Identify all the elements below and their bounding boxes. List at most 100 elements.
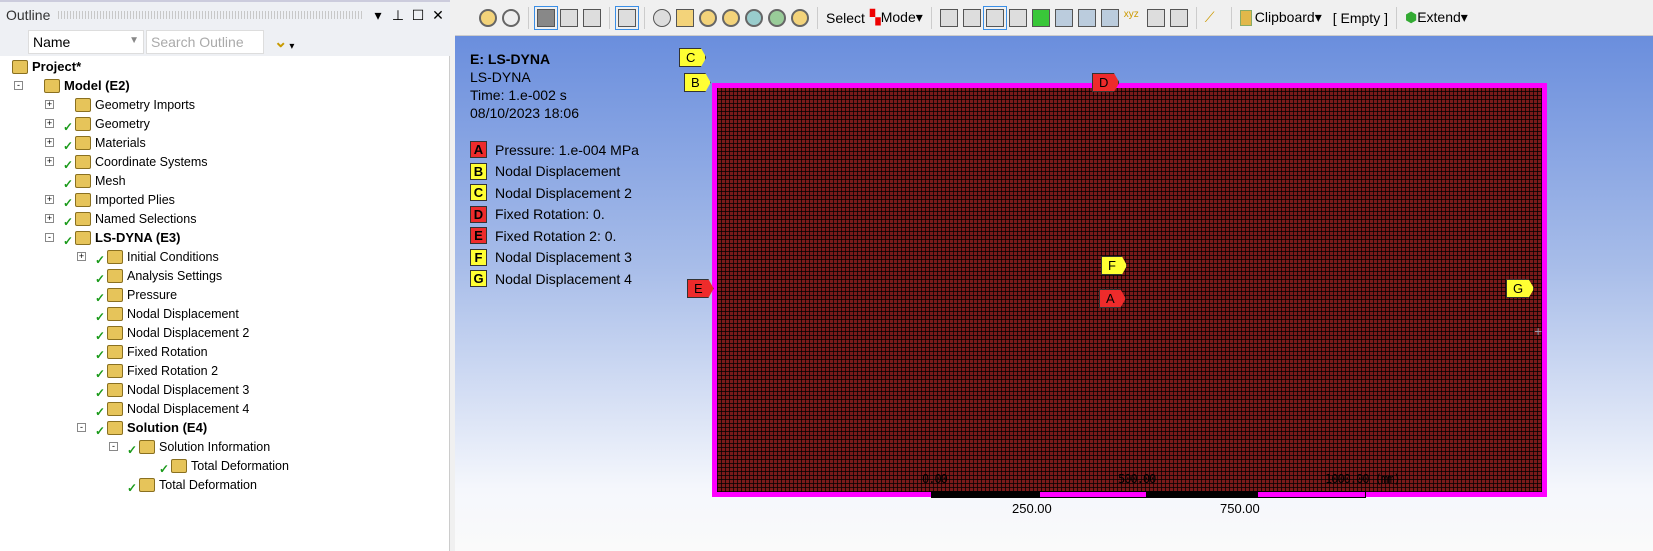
tree-item[interactable]: LS-DYNA (E3): [75, 228, 180, 247]
dropdown-icon[interactable]: ▾: [370, 7, 386, 24]
select-vertex-icon[interactable]: [939, 8, 958, 27]
collapse-icon[interactable]: -: [45, 233, 54, 242]
tree-item-label: Geometry Imports: [95, 97, 196, 112]
expand-icon[interactable]: +: [77, 252, 86, 261]
tree-item[interactable]: Geometry Imports: [75, 95, 195, 114]
show-wire-icon[interactable]: [560, 8, 578, 27]
tree-item-label: Nodal Displacement: [127, 306, 239, 321]
boundary-tag-g[interactable]: G: [1506, 279, 1535, 298]
tree-item[interactable]: Materials: [75, 133, 146, 152]
analysis-date: 08/10/2023 18:06: [470, 105, 579, 121]
expand-icon[interactable]: +: [45, 138, 54, 147]
filter-select[interactable]: Name ▼: [28, 30, 144, 54]
expand-icon[interactable]: +: [45, 100, 54, 109]
tree-node-icon: [139, 439, 155, 454]
tree-item[interactable]: Total Deformation: [139, 475, 257, 494]
boundary-tag-e[interactable]: E: [687, 279, 714, 298]
tree-item-label: Solution Information: [159, 439, 271, 454]
zoom-next-icon[interactable]: [502, 8, 520, 27]
zoom-box-icon[interactable]: [722, 8, 740, 27]
drag-grip[interactable]: [58, 11, 362, 19]
maximize-icon[interactable]: ☐: [410, 7, 426, 24]
select-element-face-icon[interactable]: [1031, 8, 1050, 27]
tree-item[interactable]: Named Selections: [75, 209, 196, 228]
boundary-tag-a[interactable]: A: [1099, 289, 1126, 308]
legend-item: E Fixed Rotation 2: 0.: [470, 225, 639, 247]
tree-item[interactable]: Geometry: [75, 114, 150, 133]
tree-item[interactable]: Analysis Settings: [107, 266, 222, 285]
probe-icon[interactable]: [1146, 8, 1165, 27]
tree-item[interactable]: Initial Conditions: [107, 247, 219, 266]
tree-item[interactable]: Nodal Displacement 4: [107, 399, 249, 418]
close-icon[interactable]: ✕: [430, 7, 446, 24]
chart-icon[interactable]: ⟋: [1205, 9, 1223, 27]
mesh-plate[interactable]: [712, 83, 1547, 497]
tree-item[interactable]: Imported Plies: [75, 190, 175, 209]
tree-item[interactable]: Project*: [12, 57, 81, 76]
analysis-time: Time: 1.e-002 s: [470, 87, 567, 103]
label-icon[interactable]: [1169, 8, 1188, 27]
tree-item[interactable]: Fixed Rotation 2: [107, 361, 218, 380]
select-mesh-icon[interactable]: [1100, 8, 1119, 27]
tree-item[interactable]: Mesh: [75, 171, 126, 190]
boundary-tag-b[interactable]: B: [684, 73, 711, 92]
boundary-tag-c[interactable]: C: [679, 48, 707, 67]
tree-item[interactable]: Solution (E4): [107, 418, 207, 437]
select-button[interactable]: Select: [826, 10, 865, 26]
tree-item[interactable]: Coordinate Systems: [75, 152, 208, 171]
tree-node-icon: [107, 382, 123, 397]
magnifier-icon[interactable]: [791, 8, 809, 27]
zoom-selection-icon[interactable]: [768, 8, 786, 27]
status-check-icon: ✓: [95, 329, 106, 343]
select-edge-icon[interactable]: [962, 8, 981, 27]
zoom-icon[interactable]: [699, 8, 717, 27]
expand-icon[interactable]: +: [45, 214, 54, 223]
clipboard-button[interactable]: Clipboard▾: [1239, 9, 1322, 27]
tree-item[interactable]: Total Deformation: [171, 456, 289, 475]
legend-item: F Nodal Displacement 3: [470, 247, 639, 269]
tree-item-label: Named Selections: [95, 211, 197, 226]
expand-icon[interactable]: +: [45, 157, 54, 166]
boundary-tag-f[interactable]: F: [1101, 256, 1127, 275]
zoom-previous-icon[interactable]: [479, 8, 497, 27]
tree-node-icon: [75, 211, 91, 226]
tree-item-label: Mesh: [95, 173, 126, 188]
tree-item[interactable]: Pressure: [107, 285, 177, 304]
tree-node-icon: [75, 135, 91, 150]
extend-button[interactable]: ⬢Extend▾: [1405, 9, 1468, 26]
tree-item[interactable]: Fixed Rotation: [107, 342, 208, 361]
status-check-icon: ✓: [127, 481, 138, 495]
coordinate-icon[interactable]: xyz: [1124, 9, 1142, 27]
shading-icon[interactable]: [583, 8, 601, 27]
collapse-icon[interactable]: -: [77, 423, 86, 432]
show-solid-icon[interactable]: [534, 5, 558, 30]
tree-item[interactable]: Solution Information: [139, 437, 270, 456]
zoom-fit-icon[interactable]: [745, 8, 763, 27]
select-body-icon[interactable]: [1008, 8, 1027, 27]
scale-tick-500: 500.00: [1118, 472, 1156, 486]
expand-icon[interactable]: +: [45, 195, 54, 204]
collapse-icon[interactable]: -: [109, 442, 118, 451]
select-node-icon[interactable]: [1054, 8, 1073, 27]
tree-item[interactable]: Nodal Displacement 3: [107, 380, 249, 399]
select-element-icon[interactable]: [1077, 8, 1096, 27]
tree-item[interactable]: Model (E2): [44, 76, 130, 95]
expand-all-icon[interactable]: ⌄: [274, 32, 287, 52]
status-check-icon: ✓: [63, 196, 74, 210]
legend-item: C Nodal Displacement 2: [470, 182, 639, 204]
mode-button[interactable]: ▚Mode▾: [870, 9, 923, 26]
boundary-tag-d[interactable]: D: [1092, 73, 1120, 92]
tree-node-icon: [75, 192, 91, 207]
pin-icon[interactable]: ⊥: [390, 7, 406, 24]
tree-item[interactable]: Nodal Displacement: [107, 304, 239, 323]
expand-icon[interactable]: +: [45, 119, 54, 128]
viewport-layout-icon[interactable]: [615, 5, 639, 30]
tree-node-icon: [107, 287, 123, 302]
collapse-icon[interactable]: -: [14, 81, 23, 90]
rotate-icon[interactable]: [653, 8, 671, 27]
select-face-icon[interactable]: [982, 5, 1007, 30]
more-options-icon[interactable]: ▾: [289, 41, 294, 52]
pan-icon[interactable]: [676, 8, 694, 27]
search-input[interactable]: Search Outline: [146, 30, 264, 54]
tree-item[interactable]: Nodal Displacement 2: [107, 323, 249, 342]
